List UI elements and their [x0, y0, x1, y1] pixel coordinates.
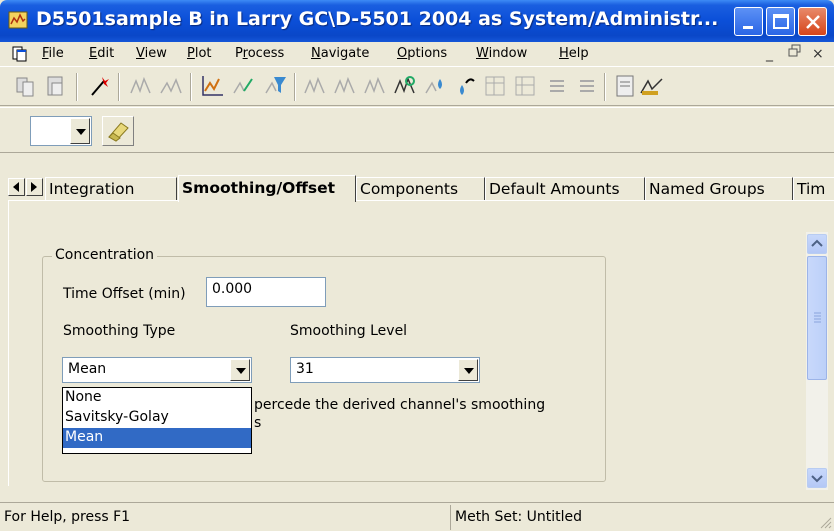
resize-grip-icon[interactable] [818, 515, 832, 529]
menu-edit[interactable]: Edit [89, 46, 114, 61]
smoothing-level-select[interactable]: 31 [290, 357, 480, 383]
drop-tool-icon[interactable] [422, 73, 448, 99]
scroll-down-button[interactable] [807, 468, 827, 488]
integrate-icon[interactable] [302, 73, 328, 99]
status-help-text: For Help, press F1 [4, 509, 131, 525]
dropdown-option-none[interactable]: None [63, 388, 251, 408]
smoothing-level-value: 31 [296, 361, 314, 377]
main-toolbar [0, 66, 834, 106]
chevron-left-icon [13, 182, 19, 192]
list-tool-2-icon[interactable] [574, 73, 600, 99]
peak-tool-2-icon[interactable] [158, 73, 184, 99]
derived-channel-checkbox-label-2: s [254, 415, 262, 431]
smoothing-type-value: Mean [68, 361, 107, 377]
time-offset-label: Time Offset (min) [63, 286, 186, 302]
mdi-restore-button[interactable] [788, 44, 802, 62]
mdi-minimize-button[interactable]: _ [766, 46, 773, 62]
scroll-up-button[interactable] [807, 234, 827, 254]
chevron-down-icon [811, 475, 823, 483]
report-icon[interactable] [612, 73, 638, 99]
minimize-button[interactable] [734, 7, 763, 36]
chevron-right-icon [31, 182, 37, 192]
menu-plot[interactable]: Plot [187, 46, 212, 61]
toolbar-separator [76, 73, 78, 101]
tab-strip: Integration Smoothing/Offset Components … [0, 175, 834, 202]
smoothing-type-label: Smoothing Type [63, 323, 176, 339]
tab-tim[interactable]: Tim [793, 177, 834, 201]
toolbar-separator [190, 73, 192, 101]
menu-help[interactable]: Help [559, 46, 589, 61]
peak-tool-icon[interactable] [128, 73, 154, 99]
smoothing-type-dropdown-list: None Savitsky-Golay Mean [62, 387, 252, 454]
paste-doc-icon[interactable] [44, 73, 70, 99]
menu-bar: File Edit View Plot Process Navigate Opt… [0, 42, 834, 66]
integrate-3-icon[interactable] [362, 73, 388, 99]
toolbar-separator [294, 73, 296, 101]
dropdown-option-savitsky-golay[interactable]: Savitsky-Golay [63, 408, 251, 428]
menu-process[interactable]: Process [235, 46, 284, 61]
chevron-up-icon [811, 239, 823, 247]
window-title: D5501sample B in Larry GC\D-5501 2004 as… [36, 8, 719, 30]
status-meth-set: Meth Set: Untitled [450, 505, 810, 530]
vertical-scrollbar[interactable] [806, 232, 828, 490]
tab-named-groups[interactable]: Named Groups [645, 177, 793, 201]
channel-combo[interactable] [30, 116, 92, 146]
eraser-icon [108, 122, 129, 142]
status-bar: For Help, press F1 Meth Set: Untitled [0, 502, 834, 531]
close-button[interactable] [798, 7, 827, 36]
table-tool-icon[interactable] [482, 73, 508, 99]
eraser-button[interactable] [102, 116, 134, 146]
tab-default-amounts[interactable]: Default Amounts [485, 177, 645, 201]
secondary-toolbar [0, 107, 834, 153]
toolbar-separator [604, 73, 606, 101]
chart-filter-icon[interactable] [262, 73, 288, 99]
tab-smoothing-offset[interactable]: Smoothing/Offset [178, 175, 356, 202]
table-tool-2-icon[interactable] [512, 73, 538, 99]
concentration-group-label: Concentration [52, 247, 158, 263]
drop-arrow-icon[interactable] [452, 73, 478, 99]
integrate-refresh-icon[interactable] [392, 73, 418, 99]
magic-wand-icon[interactable] [86, 73, 112, 99]
title-bar[interactable]: D5501sample B in Larry GC\D-5501 2004 as… [0, 0, 834, 42]
chart-icon[interactable] [200, 73, 226, 99]
tab-integration[interactable]: Integration [45, 177, 177, 201]
list-tool-icon[interactable] [544, 73, 570, 99]
menu-window[interactable]: Window [476, 46, 527, 61]
grip-icon [814, 312, 821, 323]
document-icon[interactable] [12, 46, 28, 62]
tab-scroll-left[interactable] [8, 178, 25, 196]
tab-components[interactable]: Components [356, 177, 485, 201]
derived-channel-checkbox-label: percede the derived channel's smoothing [254, 397, 546, 413]
dropdown-option-mean[interactable]: Mean [63, 428, 251, 448]
time-offset-input[interactable]: 0.000 [206, 277, 326, 307]
menu-navigate[interactable]: Navigate [311, 46, 369, 61]
chevron-down-icon[interactable] [230, 359, 250, 381]
scroll-thumb[interactable] [807, 256, 827, 380]
restore-icon [788, 44, 801, 57]
menu-view[interactable]: View [136, 46, 167, 61]
smoothing-level-label: Smoothing Level [290, 323, 408, 339]
toolbar-separator [118, 73, 120, 101]
chevron-down-icon[interactable] [70, 118, 90, 144]
chevron-down-icon[interactable] [458, 359, 478, 381]
chart-pen-icon[interactable] [230, 73, 256, 99]
mdi-close-button[interactable]: × [812, 46, 824, 62]
integrate-2-icon[interactable] [332, 73, 358, 99]
menu-options[interactable]: Options [397, 46, 447, 61]
maximize-button[interactable] [766, 7, 795, 36]
tab-scroll-right[interactable] [26, 178, 43, 196]
menu-file[interactable]: File [42, 46, 64, 61]
report-2-icon[interactable] [638, 73, 664, 99]
copy-doc-icon[interactable] [14, 73, 40, 99]
smoothing-type-select[interactable]: Mean [62, 357, 252, 383]
app-icon [8, 11, 28, 29]
